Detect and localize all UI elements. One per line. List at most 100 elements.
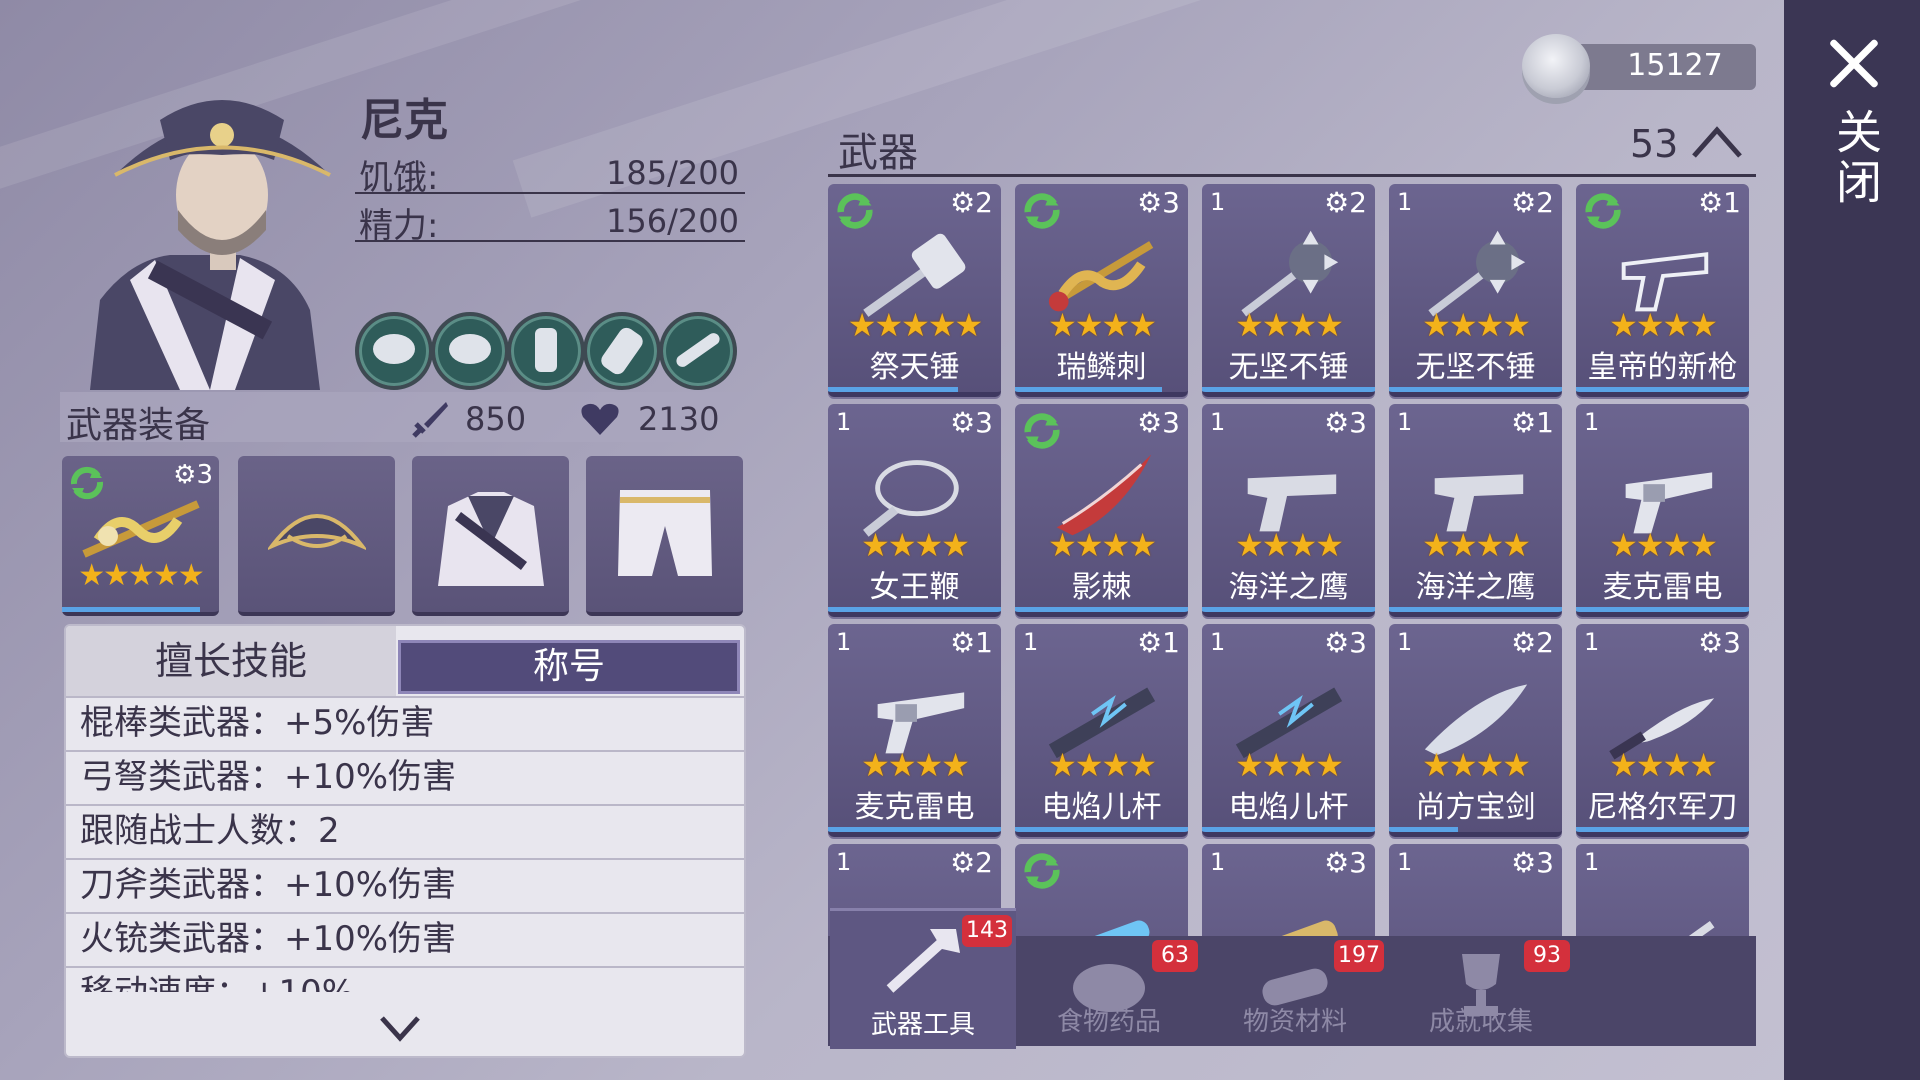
skill-row: 棍棒类武器：+5%伤害: [66, 696, 744, 746]
chevron-down-icon[interactable]: [378, 1006, 422, 1050]
gear-level: ⚙1: [1698, 186, 1741, 219]
pants-icon: [618, 490, 712, 576]
tab-materials[interactable]: 197 物资材料: [1202, 936, 1388, 1046]
can-icon[interactable]: [507, 312, 585, 390]
weapon-card[interactable]: 1 ⚙3 ★★★★ 海洋之鹰: [1202, 404, 1375, 617]
rating-stars: ★★★★: [861, 746, 970, 784]
hat-slot[interactable]: [238, 456, 395, 616]
rating-stars: ★★★★: [1422, 746, 1531, 784]
weapon-level: 1: [1023, 628, 1039, 656]
weapon-level: 1: [1210, 188, 1226, 216]
gear-level: ⚙3: [1137, 186, 1180, 219]
close-panel: 关闭: [1784, 0, 1920, 1080]
category-tabs: 143 武器工具 63 食物药品 197 物资材料 93 成就收集: [828, 908, 1756, 1049]
pants-slot[interactable]: [586, 456, 743, 616]
weapon-name: 海洋之鹰: [1415, 570, 1536, 605]
durability-bar: [1576, 827, 1749, 832]
gear-level: ⚙3: [1698, 626, 1741, 659]
weapon-card[interactable]: 1 ⚙2 ★★★★ 无坚不锤: [1389, 184, 1562, 397]
weapon-name: 皇帝的新枪: [1587, 350, 1738, 385]
durability-bar: [828, 387, 958, 392]
skills-panel: 擅长技能 称号 棍棒类武器：+5%伤害 弓弩类武器：+10%伤害 跟随战士人数：…: [64, 624, 746, 1058]
gear-level: ⚙2: [950, 186, 993, 219]
weapon-card[interactable]: 1 ★★★★ 麦克雷电: [1576, 404, 1749, 617]
durability-bar: [828, 827, 1001, 832]
cannon-icon: [1242, 920, 1338, 944]
weapon-card[interactable]: 1: [1576, 844, 1749, 944]
health-value: 2130: [638, 400, 720, 438]
energy-value: 156/200: [606, 202, 739, 240]
weapon-level: 1: [836, 848, 852, 876]
weapon-card[interactable]: ⚙3 ★★★★ 影棘: [1015, 404, 1188, 617]
torch-icon[interactable]: [659, 312, 737, 390]
tab-food-medicine[interactable]: 63 食物药品: [1016, 936, 1202, 1046]
weapon-card[interactable]: 1 ⚙3: [1202, 844, 1375, 944]
durability-bar: [1389, 387, 1562, 392]
coat-slot[interactable]: [412, 456, 569, 616]
rating-stars: ★★★★: [1048, 746, 1157, 784]
durability-bar: [1015, 387, 1163, 392]
gear-level: ⚙3: [1137, 406, 1180, 439]
equipment-title: 武器装备: [66, 405, 211, 446]
weapon-card[interactable]: 1 ⚙1 ★★★★ 电焰儿杆: [1015, 624, 1188, 837]
weapon-card[interactable]: ⚙3 ★★★★ 瑞鳞刺: [1015, 184, 1188, 397]
gear-level: ⚙2: [950, 846, 993, 879]
tab-label: 成就收集: [1428, 1007, 1533, 1037]
pirate-portrait: [90, 100, 331, 390]
tab-titles[interactable]: 称号: [398, 640, 740, 694]
weapon-name: 祭天锤: [869, 350, 960, 385]
tab-skills[interactable]: 擅长技能: [66, 626, 396, 696]
durability-bar: [1389, 607, 1562, 612]
tab-label: 食物药品: [1056, 1007, 1161, 1037]
weapon-card[interactable]: 1 ⚙3: [1389, 844, 1562, 944]
rating-stars: ★★★★: [1048, 526, 1157, 564]
gear-level: ⚙2: [1511, 186, 1554, 219]
badge-count: 63: [1152, 940, 1198, 972]
weapon-card[interactable]: 1 ⚙3 ★★★★ 女王鞭: [828, 404, 1001, 617]
bottle-icon[interactable]: [583, 312, 661, 390]
weapon-card[interactable]: 1 ⚙2 ★★★★ 尚方宝剑: [1389, 624, 1562, 837]
rating-stars: ★★★★: [1235, 526, 1344, 564]
hunger-value: 185/200: [606, 154, 739, 192]
dagger-icon: [1677, 920, 1715, 944]
weapon-level: 1: [836, 628, 852, 656]
wrench-icon: [1492, 939, 1516, 944]
water-gun-icon: [1055, 920, 1150, 944]
weapon-name: 电焰儿杆: [1041, 790, 1162, 825]
weapon-level: 1: [1584, 408, 1600, 436]
tab-weapons-tools[interactable]: 143 武器工具: [830, 908, 1016, 1049]
food-bowl-icon[interactable]: [431, 312, 509, 390]
durability-bar: [1015, 607, 1188, 612]
gear-level: ⚙1: [950, 626, 993, 659]
badge-count: 143: [962, 915, 1012, 947]
skill-row: 移动速度：+10%: [66, 966, 744, 992]
weapon-card[interactable]: 1 ⚙3 ★★★★ 尼格尔军刀: [1576, 624, 1749, 837]
close-icon[interactable]: [1826, 36, 1882, 92]
weapon-name: 无坚不锤: [1228, 350, 1349, 385]
tab-label: 物资材料: [1242, 1007, 1347, 1037]
weapon-name: 无坚不锤: [1415, 350, 1536, 385]
chevron-up-icon[interactable]: [1690, 122, 1744, 162]
skill-row: 弓弩类武器：+10%伤害: [66, 750, 744, 800]
durability-bar: [1015, 827, 1188, 832]
weapon-card[interactable]: ⚙2 ★★★★★ 祭天锤: [828, 184, 1001, 397]
weapon-card[interactable]: 1 ⚙1 ★★★★ 麦克雷电: [828, 624, 1001, 837]
weapon-card[interactable]: 1 ⚙2 ★★★★ 无坚不锤: [1202, 184, 1375, 397]
energy-stat: 精力: 156/200: [355, 196, 745, 246]
close-label[interactable]: 关闭: [1828, 108, 1884, 208]
rating-stars: ★★★★: [1609, 746, 1718, 784]
weapon-name: 麦克雷电: [1602, 570, 1723, 605]
weapon-card[interactable]: 1 ⚙3 ★★★★ 电焰儿杆: [1202, 624, 1375, 837]
weapon-card[interactable]: 1 ⚙1 ★★★★ 海洋之鹰: [1389, 404, 1562, 617]
weapon-slot[interactable]: ⚙3 ★★★★★: [62, 456, 219, 616]
weapon-card[interactable]: [1015, 844, 1188, 944]
energy-label: 精力:: [359, 206, 439, 246]
weapon-name: 影棘: [1071, 570, 1132, 605]
gear-level: ⚙3: [1511, 846, 1554, 879]
hunger-label: 饥饿:: [359, 158, 439, 198]
rating-stars: ★★★★★: [847, 306, 983, 344]
weapon-card[interactable]: ⚙1 ★★★★ 皇帝的新枪: [1576, 184, 1749, 397]
food-plate-icon[interactable]: [355, 312, 433, 390]
rating-stars: ★★★★: [1235, 306, 1344, 344]
tab-achievements[interactable]: 93 成就收集: [1388, 936, 1574, 1046]
